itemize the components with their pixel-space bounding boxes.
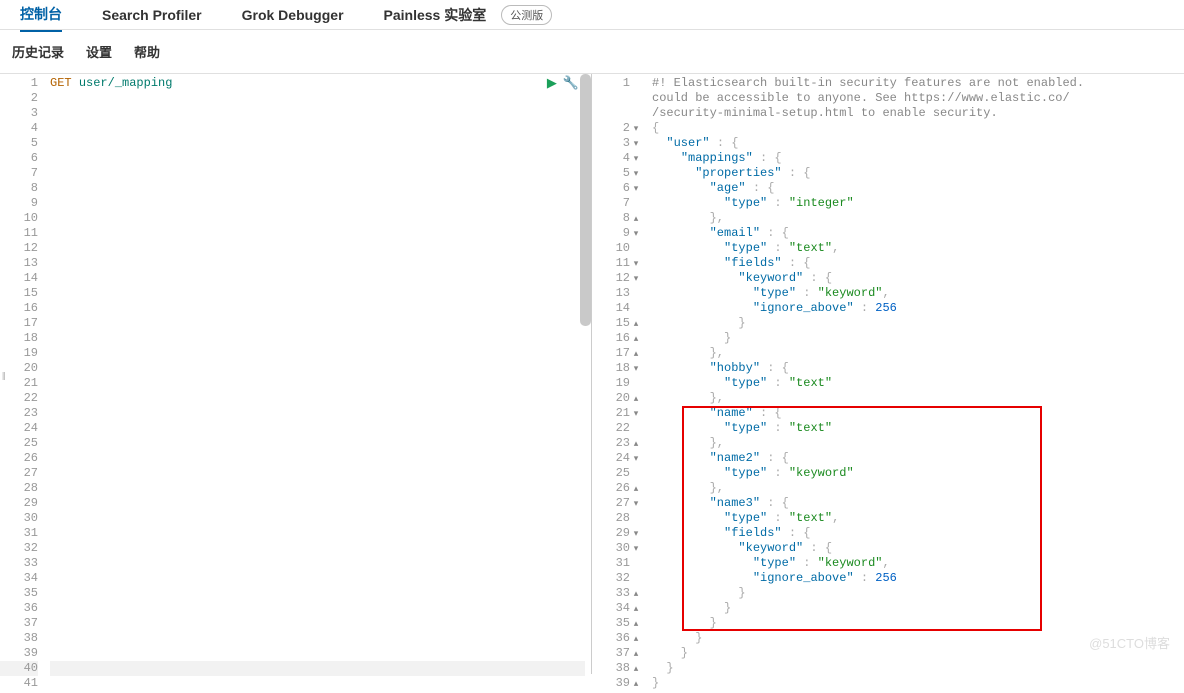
subtab-help[interactable]: 帮助 — [134, 38, 160, 65]
request-editor[interactable]: 1234567891011121314151617181920212223242… — [0, 74, 592, 674]
watermark: @51CTO博客 — [1089, 633, 1170, 652]
request-code[interactable]: GET user/_mapping — [44, 74, 591, 693]
subtab-settings[interactable]: 设置 — [86, 38, 112, 65]
highlight-box — [682, 406, 1042, 631]
main-tabs: 控制台 Search Profiler Grok Debugger Painle… — [0, 0, 1184, 30]
tab-painless[interactable]: Painless 实验室 — [384, 0, 487, 31]
beta-badge: 公测版 — [501, 5, 552, 25]
wrench-icon[interactable]: 🔧 — [563, 76, 579, 91]
response-gutter: 12▾3▾4▾5▾6▾78▴9▾1011▾12▾131415▴16▴17▴18▾… — [592, 74, 646, 693]
scrollbar[interactable] — [580, 74, 591, 326]
tab-grok-debugger[interactable]: Grok Debugger — [242, 1, 344, 29]
tab-console[interactable]: 控制台 — [20, 0, 62, 32]
panel-divider-handle[interactable]: ‖ — [0, 370, 5, 385]
run-icon[interactable]: ▶ — [547, 76, 557, 91]
response-viewer[interactable]: ✖ 12▾3▾4▾5▾6▾78▴9▾1011▾12▾131415▴16▴17▴1… — [592, 74, 1184, 674]
tab-search-profiler[interactable]: Search Profiler — [102, 1, 202, 29]
request-gutter: 1234567891011121314151617181920212223242… — [0, 74, 44, 693]
subtab-history[interactable]: 历史记录 — [12, 38, 64, 65]
sub-tabs: 历史记录 设置 帮助 — [0, 30, 1184, 74]
